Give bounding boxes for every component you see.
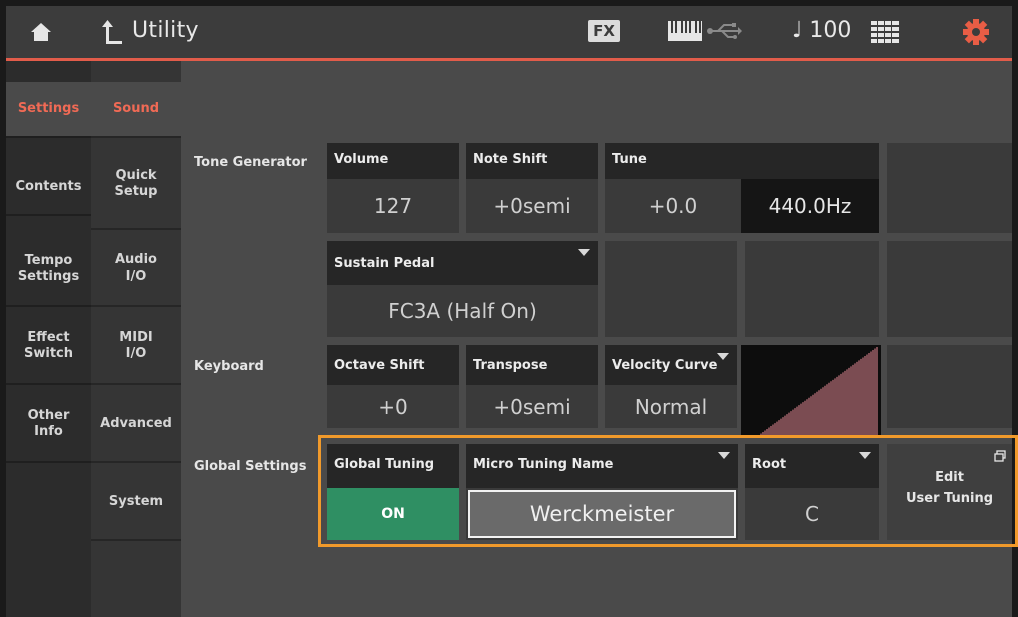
tab-audio-io[interactable]: Audio I/O xyxy=(91,232,181,307)
empty-slot xyxy=(745,241,879,337)
velocity-curve-label: Velocity Curve xyxy=(605,345,737,385)
grid-icon[interactable] xyxy=(871,21,899,43)
empty-slot xyxy=(605,241,737,337)
home-icon xyxy=(31,23,51,41)
section-tone-generator: Tone Generator xyxy=(194,155,307,170)
transpose-param[interactable]: Transpose +0semi xyxy=(466,345,598,428)
tune-hz-value: 440.0Hz xyxy=(741,179,879,233)
sustain-pedal-label: Sustain Pedal xyxy=(327,241,598,285)
volume-value: 127 xyxy=(373,194,413,218)
tune-label: Tune xyxy=(605,143,879,179)
dropdown-arrow-icon xyxy=(578,249,590,256)
sustain-pedal-value: FC3A (Half On) xyxy=(388,299,537,323)
tab-sound[interactable]: Sound xyxy=(91,82,181,138)
velocity-curve-graph xyxy=(741,345,881,435)
section-global-settings: Global Settings xyxy=(194,459,307,474)
tab-settings[interactable]: Settings xyxy=(6,82,91,138)
tune-value: +0.0 xyxy=(648,194,698,218)
octave-shift-label: Octave Shift xyxy=(327,345,459,385)
fx-indicator[interactable]: FX xyxy=(588,20,620,42)
page-title: Utility xyxy=(132,18,199,43)
note-shift-param[interactable]: Note Shift +0semi xyxy=(466,143,598,233)
top-bar: Utility FX ♩ 100 xyxy=(6,6,1012,58)
tab-other-info[interactable]: Other Info xyxy=(6,387,91,463)
usb-icon xyxy=(707,23,742,39)
section-keyboard: Keyboard xyxy=(194,359,264,374)
volume-param[interactable]: Volume 127 xyxy=(327,143,459,233)
empty-slot xyxy=(887,241,1012,337)
velocity-curve-value: Normal xyxy=(634,394,708,419)
tab-effect-switch[interactable]: Effect Switch xyxy=(6,309,91,385)
volume-label: Volume xyxy=(327,143,459,179)
note-shift-label: Note Shift xyxy=(466,143,598,179)
tab-midi-io[interactable]: MIDI I/O xyxy=(91,309,181,385)
empty-slot xyxy=(887,143,1012,233)
dropdown-arrow-icon xyxy=(717,353,729,360)
home-button[interactable] xyxy=(6,6,76,58)
tab-system[interactable]: System xyxy=(91,465,181,541)
tab-contents[interactable]: Contents xyxy=(6,160,91,216)
tune-param[interactable]: Tune +0.0 440.0Hz xyxy=(605,143,879,233)
tab-advanced[interactable]: Advanced xyxy=(91,387,181,463)
tab-tempo-settings[interactable]: Tempo Settings xyxy=(6,233,91,307)
empty-slot xyxy=(887,345,1012,428)
focus-highlight xyxy=(318,435,1018,547)
octave-shift-param[interactable]: Octave Shift +0 xyxy=(327,345,459,428)
octave-shift-value: +0 xyxy=(378,394,408,419)
keyboard-icon[interactable] xyxy=(668,21,702,41)
sustain-pedal-param[interactable]: Sustain Pedal FC3A (Half On) xyxy=(327,241,598,337)
back-icon[interactable] xyxy=(102,18,126,46)
transpose-label: Transpose xyxy=(466,345,598,385)
note-shift-value: +0semi xyxy=(493,194,571,218)
gear-icon[interactable] xyxy=(962,18,990,46)
velocity-curve-param[interactable]: Velocity Curve Normal xyxy=(605,345,737,428)
transpose-value: +0semi xyxy=(493,394,571,419)
tab-quick-setup[interactable]: Quick Setup xyxy=(91,140,181,230)
tempo-display[interactable]: ♩ 100 xyxy=(792,18,851,43)
